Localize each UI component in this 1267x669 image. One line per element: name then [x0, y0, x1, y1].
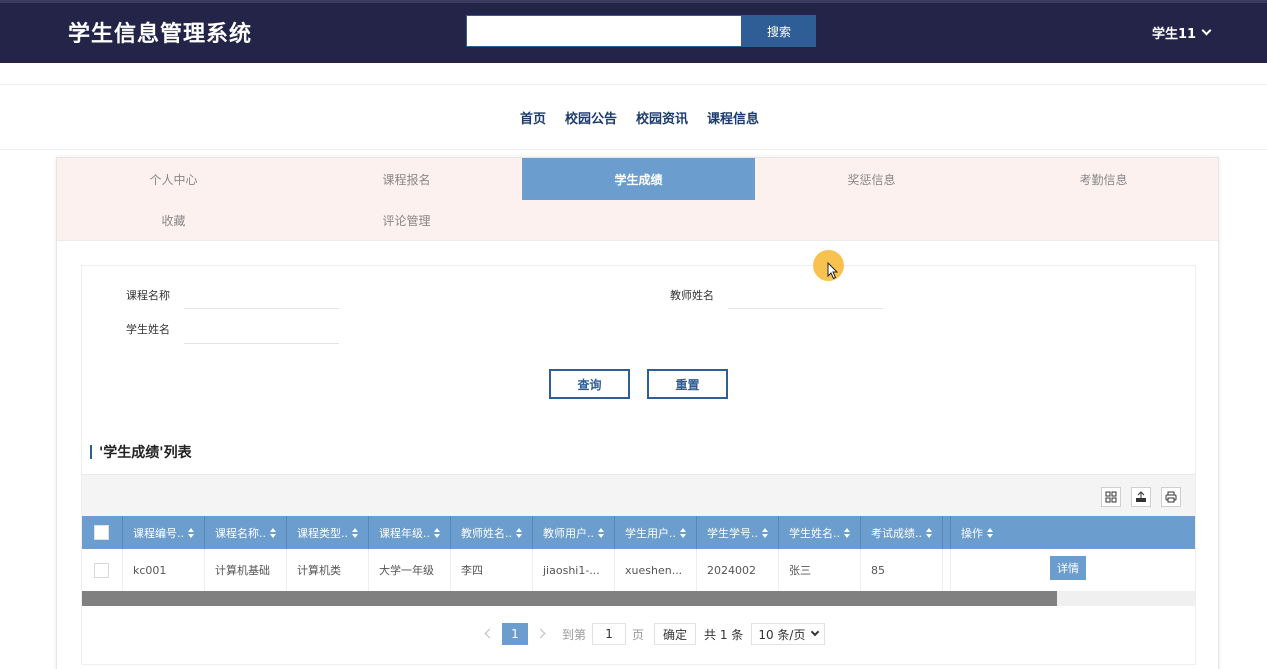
- sort-icon[interactable]: [926, 527, 933, 538]
- sort-icon[interactable]: [434, 527, 441, 538]
- sort-icon[interactable]: [270, 527, 277, 538]
- cell-course-id: kc001: [123, 549, 205, 591]
- columns-icon[interactable]: [1101, 487, 1121, 507]
- select-all-checkbox[interactable]: [94, 525, 109, 540]
- table-row: kc001 计算机基础 计算机类 大学一年级 李四 jiaoshi1-... x…: [82, 549, 1195, 591]
- sort-icon[interactable]: [987, 527, 994, 538]
- cell-spacer: [943, 549, 951, 591]
- course-name-label: 课程名称: [126, 289, 170, 302]
- cell-course-name: 计算机基础: [205, 549, 287, 591]
- col-course-name[interactable]: 课程名称..: [205, 516, 287, 549]
- nav-item-home[interactable]: 首页: [520, 108, 546, 127]
- next-page-icon[interactable]: [536, 628, 548, 640]
- sort-icon[interactable]: [762, 527, 769, 538]
- search-input[interactable]: [466, 15, 742, 47]
- pagination: 1 到第 1 页 确定 共 1 条 10 条/页: [474, 623, 826, 645]
- nav-item-announcements[interactable]: 校园公告: [565, 108, 617, 127]
- sort-icon[interactable]: [516, 527, 523, 538]
- query-button[interactable]: 查询: [549, 369, 630, 399]
- tab-student-scores[interactable]: 学生成绩: [522, 158, 755, 200]
- cell-teacher-name: 李四: [451, 549, 533, 591]
- student-name-input[interactable]: [184, 315, 339, 343]
- teacher-name-input[interactable]: [728, 279, 883, 307]
- nav-item-news[interactable]: 校园资讯: [636, 108, 688, 127]
- col-student-number[interactable]: 学生学号..: [697, 516, 779, 549]
- export-icon[interactable]: [1131, 487, 1151, 507]
- goto-label: 到第: [562, 627, 587, 642]
- chevron-down-icon: [811, 627, 820, 637]
- page-size-select[interactable]: 10 条/页: [751, 623, 826, 645]
- course-name-underline: [184, 308, 339, 309]
- col-course-id[interactable]: 课程编号..: [123, 516, 205, 549]
- col-spacer: [943, 516, 951, 549]
- student-name-label: 学生姓名: [126, 323, 170, 336]
- col-course-type[interactable]: 课程类型..: [287, 516, 369, 549]
- cell-student-name: 张三: [779, 549, 861, 591]
- page-unit-label: 页: [632, 627, 645, 642]
- goto-page-input[interactable]: 1: [592, 623, 627, 645]
- print-icon[interactable]: [1161, 487, 1181, 507]
- table-toolbar: [82, 474, 1195, 516]
- brand-title: 学生信息管理系统: [68, 22, 253, 47]
- col-student-user[interactable]: 学生用户..: [615, 516, 697, 549]
- user-menu[interactable]: 学生11: [1152, 23, 1212, 42]
- list-title: '学生成绩'列表: [90, 442, 192, 462]
- total-count: 共 1 条: [704, 627, 744, 642]
- cell-teacher-user: jiaoshi1-...: [533, 549, 615, 591]
- user-name: 学生11: [1152, 27, 1197, 42]
- tab-personal-center[interactable]: 个人中心: [57, 158, 290, 200]
- center-tabs: 个人中心 课程报名 学生成绩 奖惩信息 考勤信息 收藏 评论管理: [57, 158, 1218, 241]
- teacher-name-label: 教师姓名: [670, 289, 714, 302]
- tab-rewards-penalties[interactable]: 奖惩信息: [755, 158, 988, 200]
- detail-button[interactable]: 详情: [1050, 556, 1086, 580]
- list-title-text: '学生成绩'列表: [99, 445, 192, 461]
- chevron-down-icon: [1201, 25, 1212, 36]
- cell-course-type: 计算机类: [287, 549, 369, 591]
- nav-item-courses[interactable]: 课程信息: [707, 108, 759, 127]
- mouse-cursor-icon: [827, 262, 839, 280]
- cell-student-user: xueshen...: [615, 549, 697, 591]
- app-root: 学生信息管理系统 搜索 学生11 首页 校园公告 校园资讯 课程信息 个人中心 …: [0, 0, 1267, 669]
- page-size-value: 10 条/页: [758, 627, 806, 642]
- reset-button[interactable]: 重置: [647, 369, 728, 399]
- main-nav: 首页 校园公告 校园资讯 课程信息: [0, 84, 1267, 150]
- sort-icon[interactable]: [188, 527, 195, 538]
- teacher-name-underline: [728, 308, 883, 309]
- row-checkbox[interactable]: [94, 563, 109, 578]
- content-panel: 个人中心 课程报名 学生成绩 奖惩信息 考勤信息 收藏 评论管理 课程名称 教师…: [56, 157, 1219, 669]
- tab-attendance[interactable]: 考勤信息: [987, 158, 1220, 200]
- title-accent-bar: [90, 445, 92, 459]
- scores-section: 课程名称 教师姓名 学生姓名 查询 重置 '学生成绩'列表 课程编号.. 课程名…: [81, 265, 1196, 665]
- cell-course-grade: 大学一年级: [369, 549, 451, 591]
- top-header: 学生信息管理系统 搜索 学生11: [0, 0, 1267, 63]
- col-teacher-user[interactable]: 教师用户..: [533, 516, 615, 549]
- header-select-cell: [82, 516, 123, 549]
- tab-comments[interactable]: 评论管理: [290, 199, 523, 241]
- row-select-cell: [82, 549, 123, 591]
- table-header: 课程编号.. 课程名称.. 课程类型.. 课程年级.. 教师姓名.. 教师用户.…: [82, 516, 1195, 549]
- prev-page-icon[interactable]: [482, 628, 494, 640]
- student-name-underline: [184, 343, 339, 344]
- sort-icon[interactable]: [844, 527, 851, 538]
- search-button[interactable]: 搜索: [742, 15, 816, 47]
- col-teacher-name[interactable]: 教师姓名..: [451, 516, 533, 549]
- col-exam-score[interactable]: 考试成绩..: [861, 516, 943, 549]
- cell-exam-score: 85: [861, 549, 943, 591]
- col-course-grade[interactable]: 课程年级..: [369, 516, 451, 549]
- sort-icon[interactable]: [598, 527, 605, 538]
- goto-confirm-button[interactable]: 确定: [654, 623, 697, 645]
- tab-course-enroll[interactable]: 课程报名: [290, 158, 523, 200]
- sort-icon[interactable]: [680, 527, 687, 538]
- course-name-input[interactable]: [184, 279, 339, 307]
- page-1-button[interactable]: 1: [502, 623, 528, 645]
- col-actions[interactable]: 操作: [951, 516, 1195, 549]
- col-student-name[interactable]: 学生姓名..: [779, 516, 861, 549]
- horizontal-scrollbar[interactable]: [82, 591, 1195, 606]
- tab-favorites[interactable]: 收藏: [57, 199, 290, 241]
- scrollbar-thumb[interactable]: [82, 591, 1057, 606]
- cell-student-number: 2024002: [697, 549, 779, 591]
- sort-icon[interactable]: [352, 527, 359, 538]
